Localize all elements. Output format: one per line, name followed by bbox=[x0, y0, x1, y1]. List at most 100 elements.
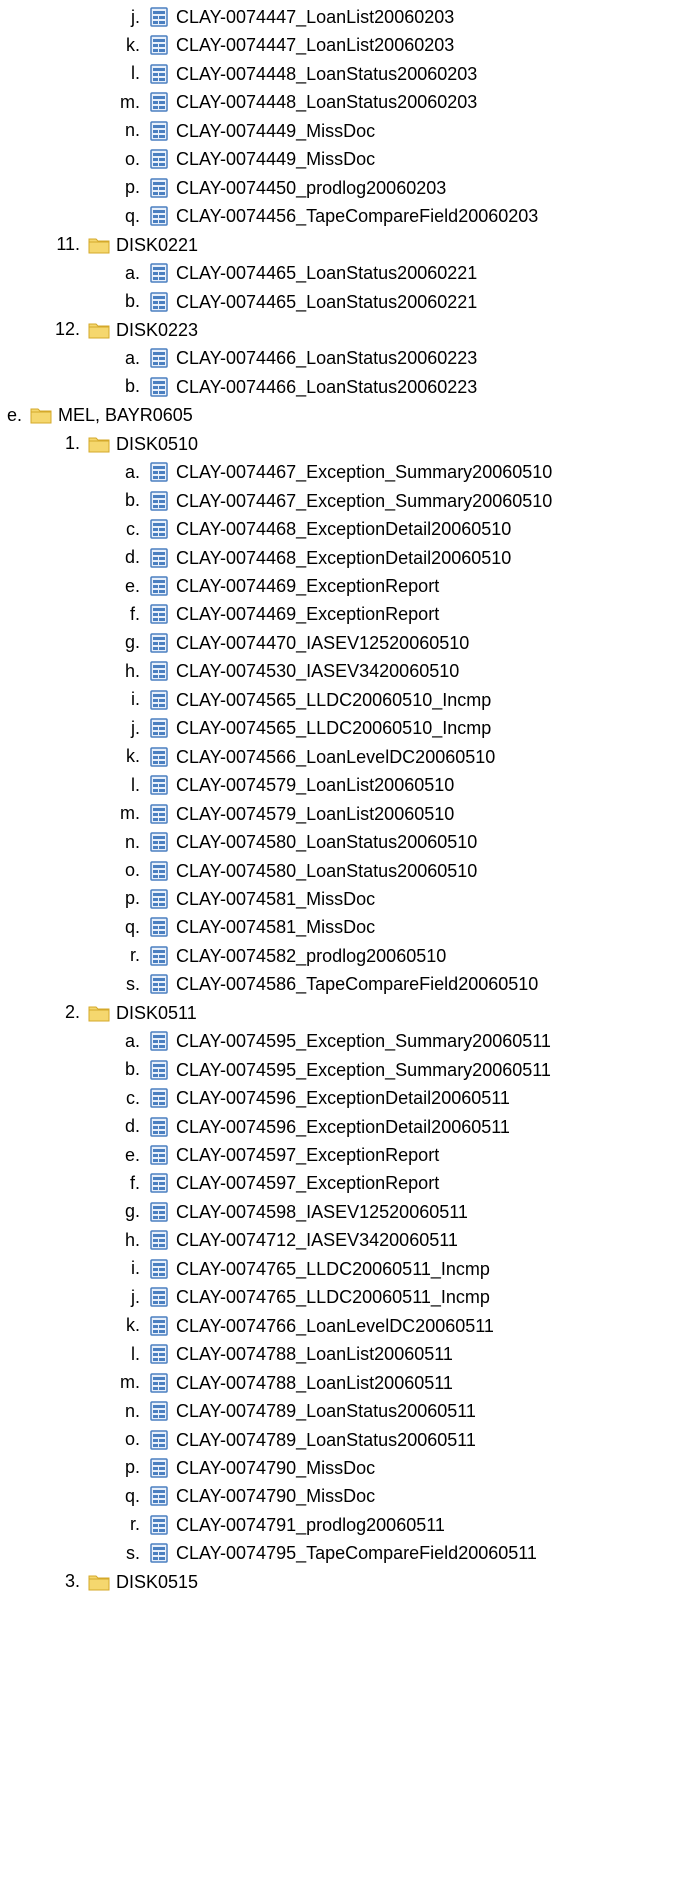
file-row[interactable]: b. CLAY-0074467_Exception_Summary20060510 bbox=[80, 487, 552, 515]
file-row[interactable]: a. CLAY-0074467_Exception_Summary20060510 bbox=[80, 458, 552, 486]
file-name[interactable]: CLAY-0074766_LoanLevelDC20060511 bbox=[176, 1312, 494, 1340]
file-name[interactable]: CLAY-0074565_LLDC20060510_Incmp bbox=[176, 714, 491, 742]
file-name[interactable]: CLAY-0074580_LoanStatus20060510 bbox=[176, 857, 477, 885]
file-row[interactable]: l. CLAY-0074788_LoanList20060511 bbox=[80, 1340, 453, 1368]
file-row[interactable]: n. CLAY-0074449_MissDoc bbox=[80, 117, 375, 145]
file-row[interactable]: n. CLAY-0074580_LoanStatus20060510 bbox=[80, 828, 477, 856]
file-row[interactable]: k. CLAY-0074447_LoanList20060203 bbox=[80, 31, 454, 59]
file-row[interactable]: k. CLAY-0074566_LoanLevelDC20060510 bbox=[80, 743, 495, 771]
file-row[interactable]: q. CLAY-0074456_TapeCompareField20060203 bbox=[80, 202, 538, 230]
file-row[interactable]: r. CLAY-0074791_prodlog20060511 bbox=[80, 1511, 445, 1539]
file-name[interactable]: CLAY-0074596_ExceptionDetail20060511 bbox=[176, 1113, 510, 1141]
file-name[interactable]: CLAY-0074788_LoanList20060511 bbox=[176, 1369, 453, 1397]
folder-row[interactable]: e. MEL, BAYR0605 bbox=[0, 401, 193, 429]
file-row[interactable]: a. CLAY-0074595_Exception_Summary20060511 bbox=[80, 1027, 551, 1055]
file-row[interactable]: s. CLAY-0074795_TapeCompareField20060511 bbox=[80, 1539, 537, 1567]
file-name[interactable]: CLAY-0074530_IASEV3420060510 bbox=[176, 657, 459, 685]
file-name[interactable]: CLAY-0074597_ExceptionReport bbox=[176, 1141, 439, 1169]
file-row[interactable]: q. CLAY-0074790_MissDoc bbox=[80, 1482, 375, 1510]
file-name[interactable]: CLAY-0074456_TapeCompareField20060203 bbox=[176, 202, 538, 230]
file-name[interactable]: CLAY-0074468_ExceptionDetail20060510 bbox=[176, 515, 511, 543]
file-name[interactable]: CLAY-0074565_LLDC20060510_Incmp bbox=[176, 686, 491, 714]
file-row[interactable]: q. CLAY-0074581_MissDoc bbox=[80, 913, 375, 941]
file-row[interactable]: f. CLAY-0074597_ExceptionReport bbox=[80, 1169, 439, 1197]
file-name[interactable]: CLAY-0074765_LLDC20060511_Incmp bbox=[176, 1283, 490, 1311]
folder-name[interactable]: DISK0515 bbox=[116, 1568, 198, 1596]
file-row[interactable]: e. CLAY-0074469_ExceptionReport bbox=[80, 572, 439, 600]
file-row[interactable]: b. CLAY-0074595_Exception_Summary20060511 bbox=[80, 1056, 551, 1084]
file-name[interactable]: CLAY-0074447_LoanList20060203 bbox=[176, 31, 454, 59]
file-name[interactable]: CLAY-0074598_IASEV12520060511 bbox=[176, 1198, 468, 1226]
file-row[interactable]: n. CLAY-0074789_LoanStatus20060511 bbox=[80, 1397, 476, 1425]
file-name[interactable]: CLAY-0074789_LoanStatus20060511 bbox=[176, 1397, 476, 1425]
file-row[interactable]: f. CLAY-0074469_ExceptionReport bbox=[80, 600, 439, 628]
file-name[interactable]: CLAY-0074448_LoanStatus20060203 bbox=[176, 60, 477, 88]
file-row[interactable]: p. CLAY-0074581_MissDoc bbox=[80, 885, 375, 913]
file-name[interactable]: CLAY-0074582_prodlog20060510 bbox=[176, 942, 446, 970]
file-row[interactable]: o. CLAY-0074789_LoanStatus20060511 bbox=[80, 1426, 476, 1454]
file-row[interactable]: d. CLAY-0074596_ExceptionDetail20060511 bbox=[80, 1113, 510, 1141]
file-row[interactable]: c. CLAY-0074468_ExceptionDetail20060510 bbox=[80, 515, 511, 543]
file-row[interactable]: s. CLAY-0074586_TapeCompareField20060510 bbox=[80, 970, 538, 998]
folder-row[interactable]: 12. DISK0223 bbox=[20, 316, 198, 344]
file-name[interactable]: CLAY-0074596_ExceptionDetail20060511 bbox=[176, 1084, 510, 1112]
file-name[interactable]: CLAY-0074450_prodlog20060203 bbox=[176, 174, 446, 202]
file-name[interactable]: CLAY-0074467_Exception_Summary20060510 bbox=[176, 487, 552, 515]
file-row[interactable]: m. CLAY-0074448_LoanStatus20060203 bbox=[80, 88, 477, 116]
file-row[interactable]: l. CLAY-0074579_LoanList20060510 bbox=[80, 771, 454, 799]
file-name[interactable]: CLAY-0074788_LoanList20060511 bbox=[176, 1340, 453, 1368]
file-name[interactable]: CLAY-0074765_LLDC20060511_Incmp bbox=[176, 1255, 490, 1283]
file-name[interactable]: CLAY-0074795_TapeCompareField20060511 bbox=[176, 1539, 537, 1567]
file-name[interactable]: CLAY-0074586_TapeCompareField20060510 bbox=[176, 970, 538, 998]
file-name[interactable]: CLAY-0074579_LoanList20060510 bbox=[176, 800, 454, 828]
file-name[interactable]: CLAY-0074580_LoanStatus20060510 bbox=[176, 828, 477, 856]
file-row[interactable]: p. CLAY-0074790_MissDoc bbox=[80, 1454, 375, 1482]
file-name[interactable]: CLAY-0074790_MissDoc bbox=[176, 1454, 375, 1482]
file-row[interactable]: l. CLAY-0074448_LoanStatus20060203 bbox=[80, 60, 477, 88]
file-row[interactable]: h. CLAY-0074530_IASEV3420060510 bbox=[80, 657, 459, 685]
file-row[interactable]: a. CLAY-0074466_LoanStatus20060223 bbox=[80, 344, 477, 372]
file-name[interactable]: CLAY-0074566_LoanLevelDC20060510 bbox=[176, 743, 495, 771]
file-name[interactable]: CLAY-0074469_ExceptionReport bbox=[176, 572, 439, 600]
file-name[interactable]: CLAY-0074791_prodlog20060511 bbox=[176, 1511, 445, 1539]
file-row[interactable]: b. CLAY-0074465_LoanStatus20060221 bbox=[80, 288, 477, 316]
file-row[interactable]: j. CLAY-0074565_LLDC20060510_Incmp bbox=[80, 714, 491, 742]
file-name[interactable]: CLAY-0074447_LoanList20060203 bbox=[176, 3, 454, 31]
file-name[interactable]: CLAY-0074790_MissDoc bbox=[176, 1482, 375, 1510]
file-row[interactable]: r. CLAY-0074582_prodlog20060510 bbox=[80, 942, 446, 970]
file-name[interactable]: CLAY-0074789_LoanStatus20060511 bbox=[176, 1426, 476, 1454]
file-name[interactable]: CLAY-0074466_LoanStatus20060223 bbox=[176, 344, 477, 372]
folder-name[interactable]: DISK0510 bbox=[116, 430, 198, 458]
folder-row[interactable]: 3. DISK0515 bbox=[20, 1568, 198, 1596]
file-name[interactable]: CLAY-0074470_IASEV12520060510 bbox=[176, 629, 469, 657]
folder-row[interactable]: 1. DISK0510 bbox=[20, 430, 198, 458]
file-row[interactable]: b. CLAY-0074466_LoanStatus20060223 bbox=[80, 373, 477, 401]
file-row[interactable]: o. CLAY-0074449_MissDoc bbox=[80, 145, 375, 173]
file-row[interactable]: g. CLAY-0074598_IASEV12520060511 bbox=[80, 1198, 468, 1226]
file-name[interactable]: CLAY-0074597_ExceptionReport bbox=[176, 1169, 439, 1197]
folder-name[interactable]: MEL, BAYR0605 bbox=[58, 401, 193, 429]
file-row[interactable]: i. CLAY-0074565_LLDC20060510_Incmp bbox=[80, 686, 491, 714]
file-name[interactable]: CLAY-0074595_Exception_Summary20060511 bbox=[176, 1056, 551, 1084]
file-row[interactable]: m. CLAY-0074579_LoanList20060510 bbox=[80, 800, 454, 828]
file-row[interactable]: g. CLAY-0074470_IASEV12520060510 bbox=[80, 629, 469, 657]
file-name[interactable]: CLAY-0074449_MissDoc bbox=[176, 145, 375, 173]
file-name[interactable]: CLAY-0074581_MissDoc bbox=[176, 885, 375, 913]
file-row[interactable]: a. CLAY-0074465_LoanStatus20060221 bbox=[80, 259, 477, 287]
file-row[interactable]: i. CLAY-0074765_LLDC20060511_Incmp bbox=[80, 1255, 490, 1283]
file-name[interactable]: CLAY-0074467_Exception_Summary20060510 bbox=[176, 458, 552, 486]
file-name[interactable]: CLAY-0074581_MissDoc bbox=[176, 913, 375, 941]
file-row[interactable]: e. CLAY-0074597_ExceptionReport bbox=[80, 1141, 439, 1169]
folder-name[interactable]: DISK0223 bbox=[116, 316, 198, 344]
file-name[interactable]: CLAY-0074465_LoanStatus20060221 bbox=[176, 288, 477, 316]
file-name[interactable]: CLAY-0074579_LoanList20060510 bbox=[176, 771, 454, 799]
folder-row[interactable]: 2. DISK0511 bbox=[20, 999, 197, 1027]
file-row[interactable]: d. CLAY-0074468_ExceptionDetail20060510 bbox=[80, 544, 511, 572]
file-name[interactable]: CLAY-0074595_Exception_Summary20060511 bbox=[176, 1027, 551, 1055]
file-row[interactable]: m. CLAY-0074788_LoanList20060511 bbox=[80, 1369, 453, 1397]
folder-name[interactable]: DISK0221 bbox=[116, 231, 198, 259]
file-row[interactable]: j. CLAY-0074447_LoanList20060203 bbox=[80, 3, 454, 31]
file-name[interactable]: CLAY-0074466_LoanStatus20060223 bbox=[176, 373, 477, 401]
file-name[interactable]: CLAY-0074465_LoanStatus20060221 bbox=[176, 259, 477, 287]
file-row[interactable]: k. CLAY-0074766_LoanLevelDC20060511 bbox=[80, 1312, 494, 1340]
